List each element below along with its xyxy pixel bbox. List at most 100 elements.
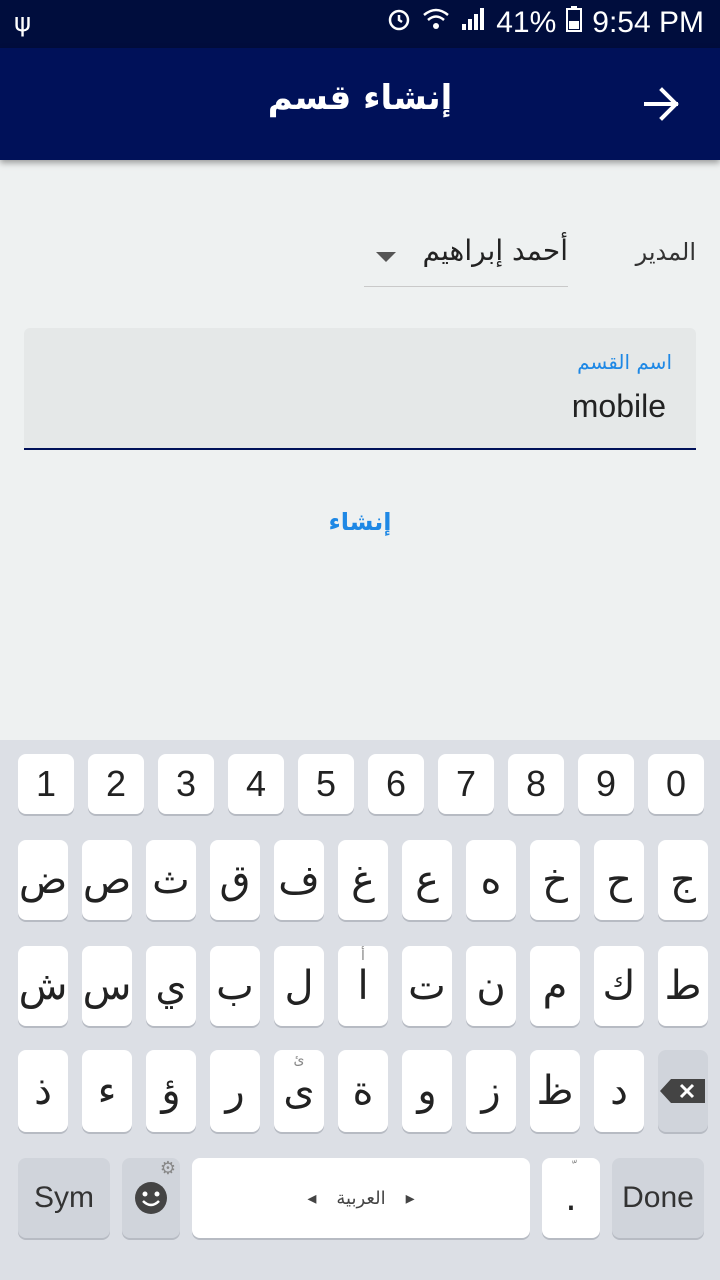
number-key[interactable]: 3: [158, 754, 214, 814]
page-title: إنشاء قسم: [267, 78, 453, 118]
letter-key-label: ت: [408, 963, 446, 1009]
letter-key-label: ء: [97, 1068, 117, 1114]
number-key-label: 3: [175, 763, 197, 804]
keyboard: Sym ⚙ ◂ العربية ▸ ّ . Done 1234567890ضصث…: [0, 740, 720, 1280]
period-key-label: .: [565, 1177, 577, 1219]
letter-key-label: ه: [480, 857, 502, 903]
number-key-label: 5: [315, 763, 337, 804]
letter-key-label: ي: [155, 963, 187, 1009]
letter-key[interactable]: ض: [18, 840, 68, 920]
letter-key-label: ط: [664, 963, 702, 1009]
emoji-icon: [135, 1182, 167, 1214]
letter-key[interactable]: د: [594, 1050, 644, 1132]
letter-key[interactable]: ع: [402, 840, 452, 920]
manager-selected-value: أحمد إبراهيم: [422, 234, 568, 267]
letter-key[interactable]: ظ: [530, 1050, 580, 1132]
letter-key[interactable]: ذ: [18, 1050, 68, 1132]
backspace-key[interactable]: [658, 1050, 708, 1132]
letter-key-label: ش: [18, 963, 68, 1009]
number-key-label: 9: [595, 763, 617, 804]
section-name-input[interactable]: mobile: [572, 388, 666, 425]
arrow-right-icon: ▸: [405, 1187, 415, 1209]
wifi-icon: [422, 6, 450, 40]
letter-key-label: ا: [357, 963, 369, 1009]
letter-key[interactable]: ر: [210, 1050, 260, 1132]
letter-key-label: ل: [284, 963, 314, 1009]
space-key[interactable]: ◂ العربية ▸: [192, 1158, 530, 1238]
number-key[interactable]: 5: [298, 754, 354, 814]
create-button[interactable]: إنشاء: [300, 500, 420, 544]
clock: 9:54 PM: [592, 6, 704, 39]
letter-key[interactable]: ش: [18, 946, 68, 1026]
number-key-label: 6: [385, 763, 407, 804]
letter-key-label: ر: [225, 1068, 245, 1114]
letter-key[interactable]: ب: [210, 946, 260, 1026]
letter-key-label: ب: [216, 963, 254, 1009]
letter-key[interactable]: ح: [594, 840, 644, 920]
usb-icon: ψ: [14, 8, 32, 38]
letter-key-label: ح: [606, 857, 632, 903]
letter-key-label: ج: [670, 857, 696, 903]
letter-key-label: ذ: [34, 1068, 52, 1114]
letter-key[interactable]: ت: [402, 946, 452, 1026]
number-key-label: 4: [245, 763, 267, 804]
letter-key[interactable]: غ: [338, 840, 388, 920]
letter-key-label: ز: [481, 1068, 501, 1114]
backspace-icon: [660, 1079, 705, 1103]
letter-key-hint: أ: [361, 948, 365, 964]
number-key-label: 0: [665, 763, 687, 804]
done-key[interactable]: Done: [612, 1158, 704, 1238]
letter-key[interactable]: ف: [274, 840, 324, 920]
number-key[interactable]: 4: [228, 754, 284, 814]
number-key[interactable]: 7: [438, 754, 494, 814]
period-key[interactable]: ّ .: [542, 1158, 600, 1238]
number-key[interactable]: 0: [648, 754, 704, 814]
letter-key[interactable]: ج: [658, 840, 708, 920]
letter-key[interactable]: ل: [274, 946, 324, 1026]
letter-key-label: ة: [352, 1068, 374, 1114]
letter-key[interactable]: ه: [466, 840, 516, 920]
letter-key[interactable]: ء: [82, 1050, 132, 1132]
number-key-label: 7: [455, 763, 477, 804]
letter-key[interactable]: ث: [146, 840, 196, 920]
number-key[interactable]: 2: [88, 754, 144, 814]
section-name-label: اسم القسم: [577, 350, 672, 374]
letter-key[interactable]: و: [402, 1050, 452, 1132]
letter-key-label: ف: [278, 857, 320, 903]
manager-label: المدير: [635, 238, 696, 266]
dropdown-caret-icon: [376, 252, 396, 262]
letter-key[interactable]: س: [82, 946, 132, 1026]
battery-percent: 41%: [496, 6, 557, 39]
letter-key-label: ن: [476, 963, 506, 1009]
letter-key[interactable]: ز: [466, 1050, 516, 1132]
letter-key-label: و: [417, 1068, 437, 1114]
letter-key[interactable]: ئى: [274, 1050, 324, 1132]
letter-key[interactable]: ة: [338, 1050, 388, 1132]
letter-key[interactable]: خ: [530, 840, 580, 920]
number-key[interactable]: 8: [508, 754, 564, 814]
letter-key-hint: ئ: [293, 1052, 305, 1068]
letter-key-label: ظ: [536, 1068, 574, 1114]
letter-key-label: ى: [283, 1068, 315, 1114]
letter-key[interactable]: أا: [338, 946, 388, 1026]
letter-key[interactable]: ق: [210, 840, 260, 920]
number-key[interactable]: 6: [368, 754, 424, 814]
letter-key[interactable]: ص: [82, 840, 132, 920]
number-key[interactable]: 9: [578, 754, 634, 814]
back-arrow-icon[interactable]: [642, 84, 682, 124]
letter-key-label: ع: [415, 857, 439, 903]
letter-key[interactable]: ن: [466, 946, 516, 1026]
sym-key[interactable]: Sym: [18, 1158, 110, 1238]
letter-key[interactable]: ؤ: [146, 1050, 196, 1132]
number-key[interactable]: 1: [18, 754, 74, 814]
letter-key[interactable]: ط: [658, 946, 708, 1026]
manager-dropdown[interactable]: أحمد إبراهيم: [364, 228, 568, 287]
section-name-field[interactable]: اسم القسم mobile: [24, 328, 696, 450]
settings-gear-icon: ⚙: [159, 1158, 176, 1179]
emoji-key[interactable]: ⚙: [122, 1158, 180, 1238]
letter-key-label: ث: [152, 857, 190, 903]
letter-key[interactable]: ك: [594, 946, 644, 1026]
arrow-left-icon: ◂: [307, 1187, 317, 1209]
letter-key[interactable]: م: [530, 946, 580, 1026]
letter-key[interactable]: ي: [146, 946, 196, 1026]
